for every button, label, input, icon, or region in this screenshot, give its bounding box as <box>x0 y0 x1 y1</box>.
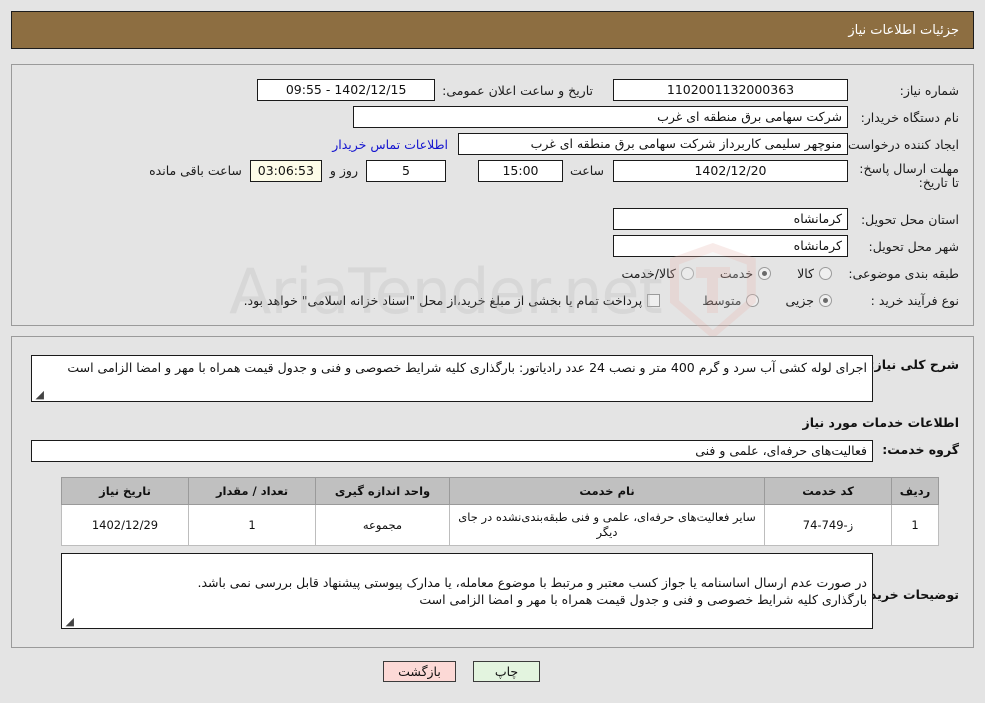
treasury-checkbox-group[interactable]: پرداخت تمام یا بخشی از مبلغ خرید،از محل … <box>244 293 661 308</box>
days-label: روز و <box>329 163 358 178</box>
city-row: شهر محل تحویل: کرمانشاه <box>613 235 959 257</box>
cell-service-name: سایر فعالیت‌های حرفه‌ای، علمی و فنی طبقه… <box>449 504 765 546</box>
services-section-heading: اطلاعات خدمات مورد نیاز <box>802 415 960 430</box>
service-group-value: فعالیت‌های حرفه‌ای، علمی و فنی <box>31 440 873 462</box>
description-label: شرح کلی نیاز: <box>869 357 959 372</box>
deadline-row: مهلت ارسال پاسخ: تا تاریخ: 1402/12/20 سا… <box>149 160 959 190</box>
radio-kala-khedmat-icon[interactable] <box>680 266 694 280</box>
need-number-value: 1102001132000363 <box>613 79 848 101</box>
creator-row: ایجاد کننده درخواست: منوچهر سلیمی کاربرد… <box>332 133 959 155</box>
description-box: اجرای لوله کشی آب سرد و گرم 400 متر و نص… <box>31 355 873 402</box>
province-value: کرمانشاه <box>613 208 848 230</box>
category-option-kala[interactable]: کالا <box>797 266 832 281</box>
radio-motavaset-icon[interactable] <box>746 293 760 307</box>
services-panel: شرح کلی نیاز: اجرای لوله کشی آب سرد و گر… <box>11 336 974 648</box>
creator-label: ایجاد کننده درخواست: <box>843 136 959 152</box>
process-option-motavaset[interactable]: متوسط <box>702 292 760 308</box>
cell-row-no: 1 <box>891 504 939 546</box>
need-number-row: شماره نیاز: 1102001132000363 <box>613 79 959 101</box>
resize-grip-icon[interactable]: ◢ <box>34 389 44 400</box>
col-quantity: تعداد / مقدار <box>188 477 316 505</box>
announce-value: 1402/12/15 - 09:55 <box>257 79 436 101</box>
days-remaining-value: 5 <box>365 160 446 182</box>
buyer-org-value: شرکت سهامی برق منطقه ای غرب <box>353 106 848 128</box>
col-unit: واحد اندازه گیری <box>315 477 450 505</box>
print-button[interactable]: چاپ <box>473 661 540 682</box>
cell-quantity: 1 <box>188 504 316 546</box>
col-service-code: کد خدمت <box>764 477 892 505</box>
countdown-value: 03:06:53 <box>249 160 322 182</box>
creator-value: منوچهر سلیمی کاربرداز شرکت سهامی برق منط… <box>458 133 848 155</box>
service-group-label: گروه خدمت: <box>882 442 959 457</box>
cell-service-code: ز-749-74 <box>764 504 892 546</box>
process-row: نوع فرآیند خرید : جزیی متوسط پرداخت تمام… <box>244 289 959 311</box>
province-label: استان محل تحویل: <box>860 211 959 227</box>
category-option-khedmat-label: خدمت <box>719 265 754 281</box>
description-value: اجرای لوله کشی آب سرد و گرم 400 متر و نص… <box>67 360 867 375</box>
buyer-org-row: نام دستگاه خریدار: شرکت سهامی برق منطقه … <box>353 106 959 128</box>
treasury-checkbox-label: پرداخت تمام یا بخشی از مبلغ خرید،از محل … <box>243 292 643 308</box>
province-row: استان محل تحویل: کرمانشاه <box>613 208 959 230</box>
page-root: جزئیات اطلاعات نیاز شماره نیاز: 11020011… <box>0 0 985 703</box>
city-label: شهر محل تحویل: <box>868 238 959 254</box>
announce-label: تاریخ و ساعت اعلان عمومی: <box>442 82 593 98</box>
col-service-name: نام خدمت <box>449 477 765 505</box>
buyer-contact-link[interactable]: اطلاعات تماس خریدار <box>332 137 448 152</box>
process-option-jozei-label: جزیی <box>785 292 814 308</box>
category-option-khedmat[interactable]: خدمت <box>719 265 772 281</box>
category-row: طبقه بندی موضوعی: کالا خدمت کالا/خدمت <box>621 262 959 284</box>
city-value: کرمانشاه <box>613 235 848 257</box>
countdown-label: ساعت باقی مانده <box>149 163 242 178</box>
resize-grip-notes-icon[interactable]: ◢ <box>64 616 74 627</box>
radio-khedmat-icon[interactable] <box>758 266 772 280</box>
process-option-motavaset-label: متوسط <box>702 292 742 308</box>
services-table: ردیف کد خدمت نام خدمت واحد اندازه گیری ت… <box>61 477 939 546</box>
col-need-date: تاریخ نیاز <box>61 477 189 505</box>
back-button[interactable]: بازگشت <box>383 661 456 682</box>
hour-label: ساعت <box>569 163 604 178</box>
table-header-row: ردیف کد خدمت نام خدمت واحد اندازه گیری ت… <box>61 477 939 505</box>
radio-jozei-icon[interactable] <box>819 293 832 307</box>
need-number-label: شماره نیاز: <box>899 82 959 98</box>
process-label: نوع فرآیند خرید : <box>870 292 959 308</box>
announce-row: تاریخ و ساعت اعلان عمومی: 1402/12/15 - 0… <box>257 79 593 101</box>
category-option-kala-label: کالا <box>797 265 814 281</box>
deadline-label: مهلت ارسال پاسخ: تا تاریخ: <box>859 161 959 190</box>
category-option-kala-khedmat[interactable]: کالا/خدمت <box>621 265 694 281</box>
buyer-org-label: نام دستگاه خریدار: <box>860 109 959 125</box>
buyer-notes-box: در صورت عدم ارسال اساسنامه یا جواز کسب م… <box>61 553 873 629</box>
radio-kala-icon[interactable] <box>819 266 832 280</box>
cell-unit: مجموعه <box>315 504 450 546</box>
page-header-bar: جزئیات اطلاعات نیاز <box>11 11 974 49</box>
checkbox-treasury-icon[interactable] <box>647 293 661 307</box>
buyer-notes-value: در صورت عدم ارسال اساسنامه یا جواز کسب م… <box>197 575 867 607</box>
deadline-date-value: 1402/12/20 <box>613 160 848 182</box>
category-label: طبقه بندی موضوعی: <box>848 265 959 281</box>
col-row-no: ردیف <box>891 477 939 505</box>
table-row: 1 ز-749-74 سایر فعالیت‌های حرفه‌ای، علمی… <box>61 504 939 546</box>
need-info-panel: شماره نیاز: 1102001132000363 تاریخ و ساع… <box>11 64 974 326</box>
process-option-jozei[interactable]: جزیی <box>785 293 832 308</box>
hour-value: 15:00 <box>477 160 563 182</box>
page-title: جزئیات اطلاعات نیاز <box>848 22 959 38</box>
category-option-kala-khedmat-label: کالا/خدمت <box>621 265 676 281</box>
cell-need-date: 1402/12/29 <box>61 504 189 546</box>
